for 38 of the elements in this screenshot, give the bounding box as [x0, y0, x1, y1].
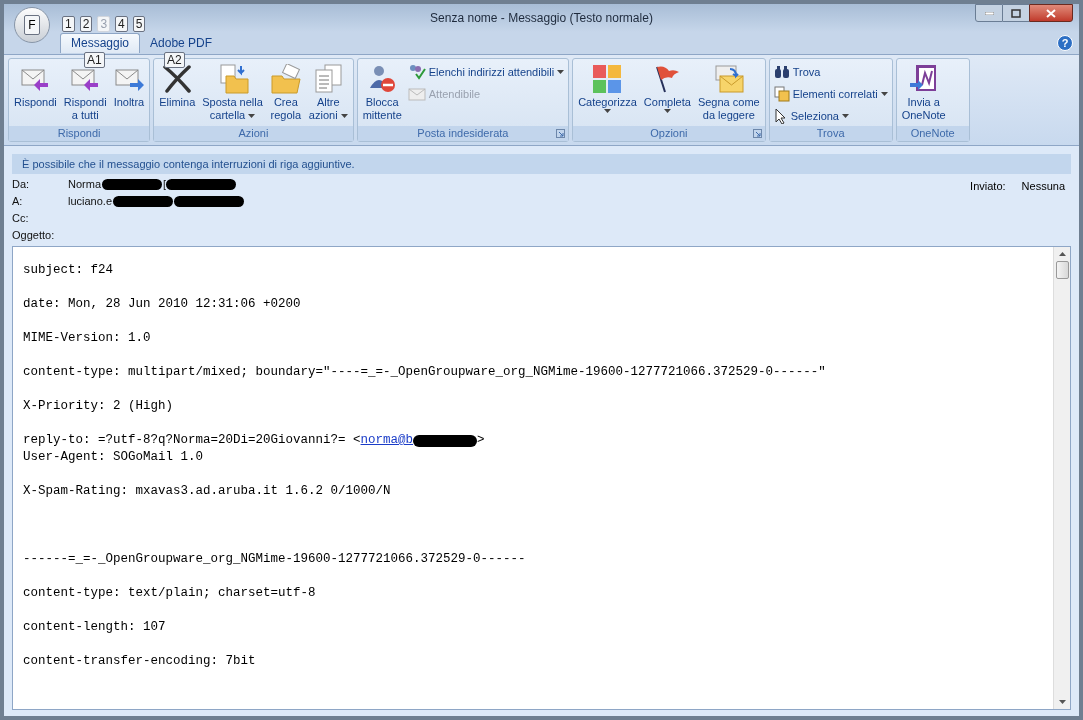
text-line: content-type: multipart/mixed; boundary="----=_=-_OpenGroupware_org_NGMime-19600-1277721066.372529-0------"	[23, 364, 826, 381]
group-label: Opzioni	[650, 126, 688, 142]
group-label: OneNote	[910, 126, 955, 142]
field-label: Cc:	[12, 211, 30, 227]
text-line: content-length: 107	[23, 619, 166, 636]
field-value: luciano.e	[68, 194, 113, 210]
field-label: Da:	[12, 177, 31, 193]
window-title: Senza nome - Messaggio (Testo normale)	[430, 10, 653, 27]
keytip-tooltip: A1	[84, 52, 105, 68]
text-line: X-Spam-Rating: mxavas3.ad.aruba.it 1.6.2 0/1000/N	[23, 483, 391, 500]
group-label: Rispondi	[57, 126, 101, 142]
text-line: MIME-Version: 1.0	[23, 330, 151, 347]
group-label: Trova	[816, 126, 845, 142]
text-line: content-transfer-encoding: 7bit	[23, 653, 256, 670]
text-line: User-Agent: SOGoMail 1.0	[23, 449, 204, 466]
text-line: X-Priority: 2 (High)	[23, 398, 174, 415]
text-line: date: Mon, 28 Jun 2010 12:31:06 +0200	[23, 296, 301, 313]
field-label: Inviato:	[970, 179, 1006, 194]
keytip-badge: 1	[62, 16, 75, 32]
field-value: Nessuna	[1021, 179, 1065, 194]
text-line: reply-to: =?utf-8?q?Norma=20Di=20Giovanni?= <	[23, 432, 361, 449]
keytip-badge: F	[24, 15, 40, 35]
field-value: [	[163, 177, 167, 193]
text-line: >	[477, 432, 485, 449]
keytip-badge: 3	[97, 16, 111, 32]
keytip-badge: 5	[132, 16, 146, 32]
text-line: ------=_=-_OpenGroupware_org_NGMime-19600-1277721066.372529-0------	[23, 551, 526, 568]
text-line: content-type: text/plain; charset=utf-8	[23, 585, 316, 602]
group-label: Azioni	[238, 126, 269, 142]
group-label: Posta indesiderata	[417, 126, 509, 142]
field-label: Oggetto:	[12, 228, 56, 244]
text-line: subject: f24	[23, 262, 113, 279]
field-value: Norma	[68, 177, 101, 193]
field-label: A:	[12, 194, 24, 210]
info-bar: È possibile che il messaggio contenga interruzioni di riga aggiuntive.	[12, 154, 1071, 174]
keytip-badge: 2	[79, 16, 93, 32]
keytip-badge: 4	[115, 16, 128, 32]
keytip-tooltip: A2	[164, 52, 185, 68]
